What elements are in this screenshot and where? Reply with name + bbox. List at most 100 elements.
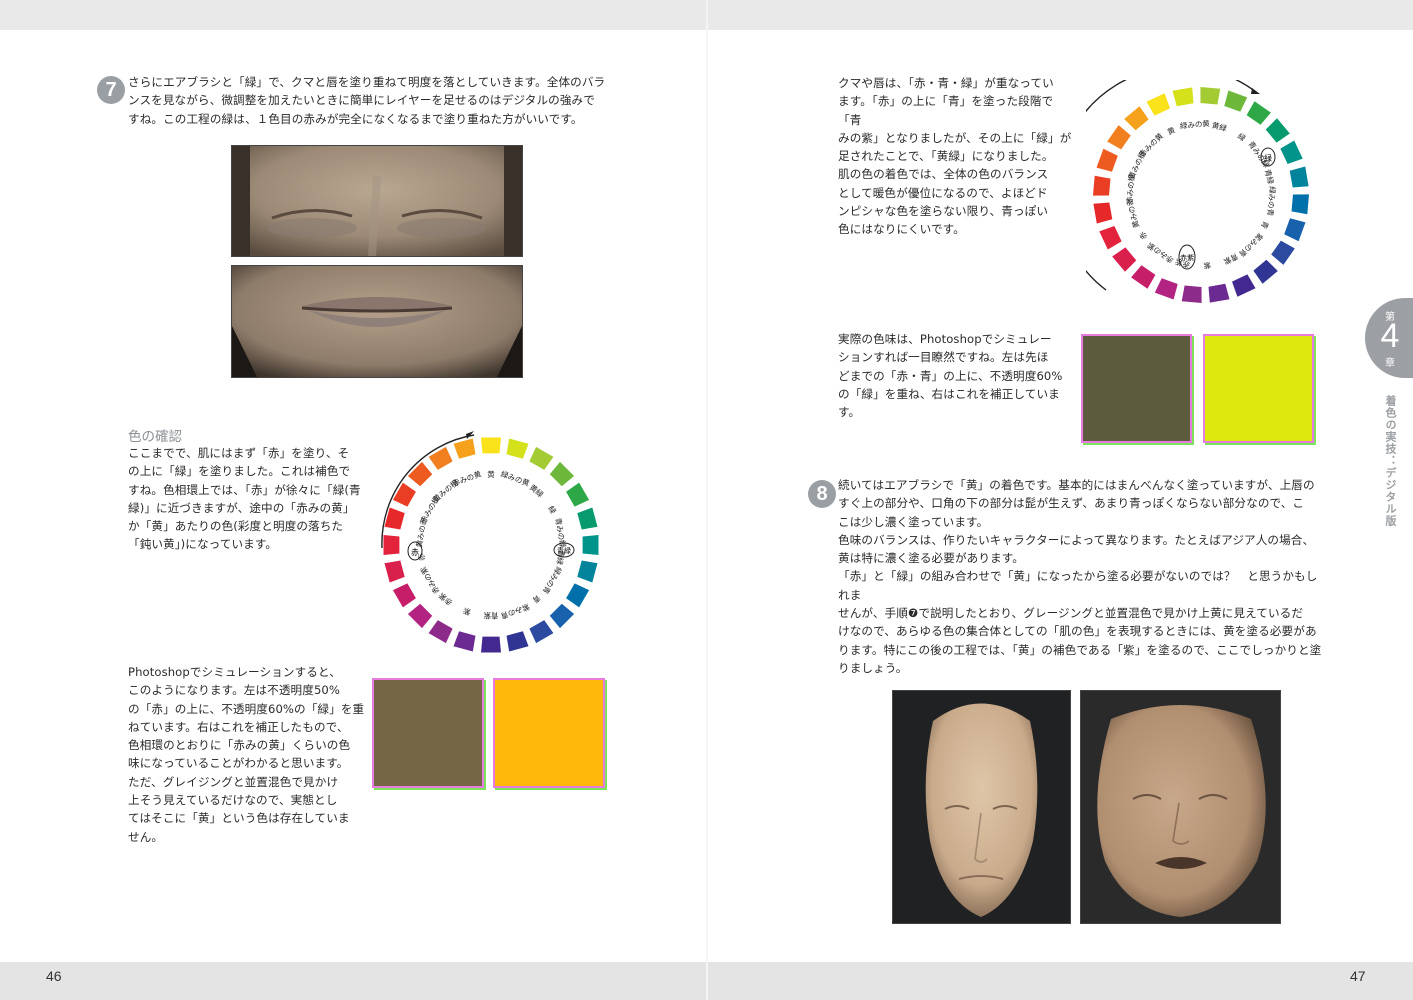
- wheel-segment: [577, 507, 598, 530]
- wheel-segment: [1093, 202, 1113, 224]
- wheel-segment: [1232, 274, 1256, 297]
- wheel-segment: [407, 461, 433, 487]
- lips-closeup-photo: [231, 265, 523, 378]
- wheel-segment: [1154, 278, 1178, 300]
- wheel-segment: [1224, 90, 1248, 112]
- wheel-segment: [1291, 194, 1309, 215]
- right-page-bottom-band: [708, 962, 1413, 1000]
- wheel-segment: [1246, 101, 1271, 125]
- left-wheel-circled-bluegreen-label: 青緑: [557, 546, 571, 555]
- wheel-label: 赤みの黄: [1137, 130, 1166, 159]
- wheel-label: 黄: [487, 469, 495, 479]
- face-render-tilted: [1080, 690, 1281, 924]
- wheel-segment: [392, 482, 416, 507]
- page-number-left: 46: [46, 968, 62, 984]
- wheel-segment: [1200, 87, 1221, 105]
- wheel-label: 緑みの青: [1265, 186, 1278, 217]
- face-render-front: [892, 690, 1071, 924]
- wheel-segment: [1181, 285, 1202, 303]
- wheel-segment: [549, 461, 575, 487]
- wheel-segment: [1112, 247, 1137, 272]
- wheel-segment: [1208, 283, 1230, 303]
- left-simulation-text: Photoshopでシミュレーションすると、 このようになります。左は不透明度5…: [128, 665, 365, 844]
- wheel-segment: [529, 620, 554, 644]
- wheel-label: 緑: [1236, 131, 1248, 144]
- wheel-segment: [1172, 87, 1194, 107]
- right-wheel-labels: 黄緑みの黄 黄緑緑青みの緑青緑緑みの青青紫みの青青紫紫赤紫赤みの紫赤黄みの赤赤みの…: [1124, 118, 1278, 270]
- wheel-segment: [1280, 140, 1303, 164]
- wheel-segment: [384, 560, 405, 583]
- wheel-segment: [428, 620, 453, 644]
- wheel-segment: [566, 482, 590, 507]
- wheel-label: 黄: [1165, 124, 1176, 136]
- wheel-segment: [1265, 118, 1290, 143]
- chapter-suffix: 章: [1385, 358, 1395, 369]
- wheel-label: 赤みの黄: [451, 468, 483, 488]
- wheel-label: 緑みの青: [540, 565, 564, 596]
- wheel-segment: [582, 535, 599, 555]
- chapter-number: 4: [1380, 317, 1400, 355]
- wheel-segment: [1284, 218, 1306, 242]
- step-7-text: さらにエアブラシと「緑」で、クマと唇を塗り重ねて明度を落としていきます。全体のバ…: [128, 75, 606, 126]
- wheel-segment: [453, 438, 476, 459]
- right-intro-text: クマや唇は、「赤・青・緑」が重なってい ます。「赤」の上に「青」を塗った段階で「…: [838, 76, 1072, 237]
- left-wheel-labels: 黄緑みの黄黄緑緑青みの緑青緑緑みの青青紫みの青青紫紫赤紫赤みの紫赤黄みの赤赤みの…: [414, 468, 569, 621]
- wheel-segment: [407, 603, 433, 629]
- wheel-label: 青: [530, 593, 543, 606]
- wheel-segment: [1099, 226, 1122, 250]
- color-check-text: ここまでで、肌にはまず「赤」を塗り、そ の上に「緑」を塗りました。これは補色で …: [128, 446, 361, 552]
- wheel-segment: [383, 535, 400, 555]
- right-swatch-yellow-green: [1203, 334, 1314, 443]
- wheel-label: 紫: [1203, 260, 1212, 270]
- right-color-wheel: 黄緑みの黄 黄緑緑青みの緑青緑緑みの青青紫みの青青紫紫赤紫赤みの紫赤黄みの赤赤みの…: [1086, 80, 1309, 303]
- wheel-segment: [577, 560, 598, 583]
- wheel-segment: [1253, 259, 1278, 284]
- wheel-segment: [1131, 265, 1156, 289]
- wheel-segment: [392, 583, 416, 608]
- wheel-segment: [566, 583, 590, 608]
- chapter-title-vertical: 着色の実技：デジタル版: [1384, 395, 1397, 527]
- left-page-bottom-band: [0, 962, 706, 1000]
- book-gutter: [706, 0, 708, 1000]
- wheel-label: 赤: [1137, 229, 1149, 241]
- wheel-segment: [1096, 148, 1118, 172]
- wheel-label: 青緑: [1263, 168, 1277, 186]
- wheel-label: 緑: [546, 504, 559, 516]
- page-number-right: 47: [1350, 968, 1366, 984]
- right-wheel-circled-green-label: 緑: [1264, 153, 1272, 163]
- left-swatch-reddish-yellow: [493, 678, 605, 788]
- wheel-segment: [1093, 175, 1111, 196]
- wheel-label: 青紫: [1222, 252, 1240, 268]
- right-page-top-band: [708, 0, 1413, 30]
- wheel-label: 青: [1259, 220, 1271, 231]
- wheel-segment: [1289, 166, 1309, 188]
- wheel-label: 紫: [461, 606, 472, 617]
- wheel-label: 黄緑: [528, 482, 546, 500]
- wheel-label: 黄緑: [1211, 120, 1229, 134]
- right-swatch-olive: [1081, 334, 1192, 443]
- wheel-segment: [529, 446, 554, 470]
- wheel-label: 緑みの黄: [1179, 118, 1210, 131]
- wheel-segment: [506, 631, 529, 652]
- wheel-segment: [1146, 93, 1170, 116]
- wheel-label: 紫みの青: [499, 602, 531, 622]
- step-8-badge: 8: [808, 480, 836, 508]
- step-7-badge: 7: [97, 76, 125, 104]
- left-wheel-circled-red-label: 赤: [411, 548, 419, 557]
- step-8-text: 続いてはエアブラシで「黄」の着色です。基本的にはまんべんなく塗っていますが、上唇…: [838, 478, 1322, 675]
- eyes-closeup-photo: [231, 145, 523, 257]
- wheel-segment: [481, 636, 501, 653]
- left-page-top-band: [0, 0, 706, 30]
- wheel-label: 緑みの黄: [499, 468, 531, 488]
- wheel-label: 紫みの青: [1237, 231, 1266, 260]
- wheel-label: 青みの緑: [553, 517, 568, 549]
- wheel-segment: [1271, 240, 1295, 265]
- wheel-segment: [1107, 125, 1131, 150]
- color-check-heading: 色の確認: [128, 429, 182, 445]
- wheel-segment: [453, 631, 476, 652]
- left-swatch-dull-yellow: [372, 678, 484, 788]
- wheel-label: 赤みの紫: [418, 565, 441, 596]
- wheel-segment: [549, 603, 575, 629]
- wheel-label: 赤みの紫: [1145, 240, 1175, 265]
- left-color-wheel: 黄緑みの黄黄緑緑青みの緑青緑緑みの青青紫みの青青紫紫赤紫赤みの紫赤黄みの赤赤みの…: [381, 431, 599, 653]
